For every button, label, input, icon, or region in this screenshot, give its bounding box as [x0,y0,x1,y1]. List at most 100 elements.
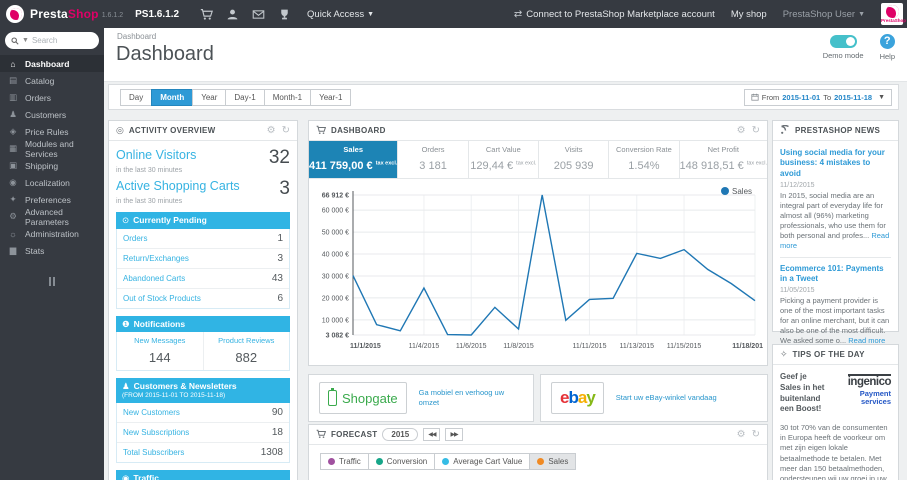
kpi-tab-sales[interactable]: Sales 411 759,00 € tax excl. [309,141,399,178]
kpi-tabs: Sales 411 759,00 € tax excl. Orders 3 181 Ca… [309,141,767,179]
notification-value: 882 [235,350,258,366]
rewind-icon[interactable]: ◀◀ [423,428,441,441]
my-shop-link[interactable]: My shop [731,9,767,20]
sidebar-item-label: Catalog [25,75,55,86]
sidebar-item-preferences[interactable]: ✦ Preferences [0,191,104,208]
user-icon[interactable] [219,8,245,21]
active-carts-link[interactable]: Active Shopping Carts [116,179,240,193]
gear-icon[interactable]: ⚙ [737,429,746,440]
collapse-menu-button[interactable] [0,273,104,291]
row-label-link[interactable]: Orders [123,234,147,243]
user-avatar[interactable]: PrestaShop [881,3,906,25]
prestashop-logo-icon [6,5,24,23]
sidebar-item-price-rules[interactable]: ◈ Price Rules [0,123,104,140]
date-range-picker[interactable]: From 2015-11-01 To 2015-11-18 ▼ [743,88,892,106]
filter-button-month-1[interactable]: Month-1 [263,88,312,106]
svg-text:11/1/2015: 11/1/2015 [350,343,381,350]
legend-button-conversion[interactable]: Conversion [367,453,436,470]
sidebar-item-shipping[interactable]: ▣ Shipping [0,157,104,174]
online-visitors-link[interactable]: Online Visitors [116,148,196,162]
sidebar-item-catalog[interactable]: ▤ Catalog [0,72,104,89]
list-item: Total Subscribers 1308 [117,443,289,462]
svg-text:11/6/2015: 11/6/2015 [456,343,487,350]
svg-text:Sales: Sales [732,187,752,196]
sidebar-item-stats[interactable]: ▆ Stats [0,242,104,259]
sidebar-item-orders[interactable]: ▥ Orders [0,89,104,106]
shopgate-link[interactable]: Ga mobiel en verhoog uw omzet [419,388,523,408]
kpi-tab-conversion-rate[interactable]: Conversion Rate 1.54% [609,141,680,178]
page-header: Dashboard Dashboard Demo mode ? Help [104,28,907,82]
sidebar-item-label: Price Rules [25,126,69,137]
kpi-value: 1.54% [628,160,660,172]
filter-button-day[interactable]: Day [120,88,153,106]
filter-button-year[interactable]: Year [192,88,227,106]
dashboard-panel: DASHBOARD ⚙ ↻ Sales 411 759,00 € tax excl.… [308,120,768,366]
kpi-tab-net-profit[interactable]: Net Profit 148 918,51 € tax excl. [680,141,767,178]
legend-button-average-cart-value[interactable]: Average Cart Value [434,453,531,470]
news-article-title[interactable]: Using social media for your business: 4 … [780,148,891,179]
traffic-section: ◉Traffic(FROM 2015-11-01 TO 2015-11-18) … [116,470,290,480]
demo-mode-toggle[interactable] [829,35,857,48]
gear-icon[interactable]: ⚙ [267,125,276,136]
kpi-tab-visits[interactable]: Visits 205 939 [539,141,610,178]
sidebar-item-modules-and-services[interactable]: ▦ Modules and Services [0,138,104,159]
search-input[interactable] [31,36,87,45]
trophy-icon[interactable] [271,8,297,21]
row-label-link[interactable]: Out of Stock Products [123,294,201,303]
help-icon[interactable]: ? [879,34,895,49]
envelope-icon[interactable] [245,8,271,21]
kpi-tab-orders[interactable]: Orders 3 181 [398,141,469,178]
refresh-icon[interactable]: ↻ [282,125,290,136]
row-value: 43 [271,272,283,284]
marketplace-link[interactable]: ⇄ Connect to PrestaShop Marketplace accou… [514,9,715,20]
legend-dot [328,458,335,465]
activity-overview-panel: ◎ ACTIVITY OVERVIEW ⚙ ↻ Online Visitors 32… [108,120,298,480]
row-label-link[interactable]: Total Subscribers [123,448,184,457]
sidebar-item-label: Orders [25,92,51,103]
sidebar-search[interactable]: ▼ [5,32,99,49]
quick-access-menu[interactable]: Quick Access ▼ [307,9,374,20]
filter-button-year-1[interactable]: Year-1 [310,88,352,106]
ebay-link[interactable]: Start uw eBay-winkel vandaag [616,393,717,403]
sidebar-item-label: Modules and Services [25,138,74,159]
brand-name: PrestaShop [30,7,99,21]
kpi-label: Sales [343,145,363,154]
news-title: PRESTASHOP NEWS [795,126,881,135]
row-label-link[interactable]: New Customers [123,408,180,417]
legend-button-sales[interactable]: Sales [529,453,577,470]
svg-text:20 000 €: 20 000 € [322,295,349,302]
currently-pending-section: ⊙ Currently Pending Orders 1 Return/Exchang… [116,212,290,309]
cart-icon[interactable] [193,8,219,21]
refresh-icon[interactable]: ↻ [752,429,760,440]
legend-button-traffic[interactable]: Traffic [320,453,369,470]
notification-label-link[interactable]: New Messages [119,336,201,345]
sidebar-item-localization[interactable]: ◉ Localization [0,174,104,191]
read-more-link[interactable]: Read more [780,231,889,250]
news-article-title[interactable]: Ecommerce 101: Payments in a Tweet [780,264,891,285]
forward-icon[interactable]: ▶▶ [445,428,463,441]
online-visitors-value: 32 [268,147,290,168]
row-value: 90 [271,407,283,418]
svg-text:11/11/2015: 11/11/2015 [572,343,606,350]
gear-icon[interactable]: ⚙ [737,125,746,136]
row-label-link[interactable]: Return/Exchanges [123,254,189,263]
kpi-tab-cart-value[interactable]: Cart Value 129,44 € tax excl. [469,141,539,178]
sidebar-item-advanced-parameters[interactable]: ⚙ Advanced Parameters [0,207,104,227]
filter-button-month[interactable]: Month [151,88,194,106]
user-menu[interactable]: PrestaShop User ▼ [783,9,865,20]
bell-icon: ❶ [122,318,130,329]
refresh-icon[interactable]: ↻ [752,125,760,136]
ebay-letter: b [568,388,578,407]
sidebar-item-dashboard[interactable]: ⌂ Dashboard [0,55,104,72]
customers-newsletters-section: ♟ Customers & Newsletters (FROM 2015-11-01… [116,378,290,463]
row-label-link[interactable]: Abandoned Carts [123,274,185,283]
sidebar-item-customers[interactable]: ♟ Customers [0,106,104,123]
demo-mode-label: Demo mode [822,51,864,60]
sidebar-item-administration[interactable]: ☼ Administration [0,225,104,242]
notification-label-link[interactable]: Product Reviews [206,336,288,345]
legend-label: Average Cart Value [453,457,523,466]
row-label-link[interactable]: New Subscriptions [123,428,189,437]
kpi-label: Net Profit [707,145,739,154]
search-scope-caret[interactable]: ▼ [22,37,29,44]
filter-button-day-1[interactable]: Day-1 [225,88,265,106]
